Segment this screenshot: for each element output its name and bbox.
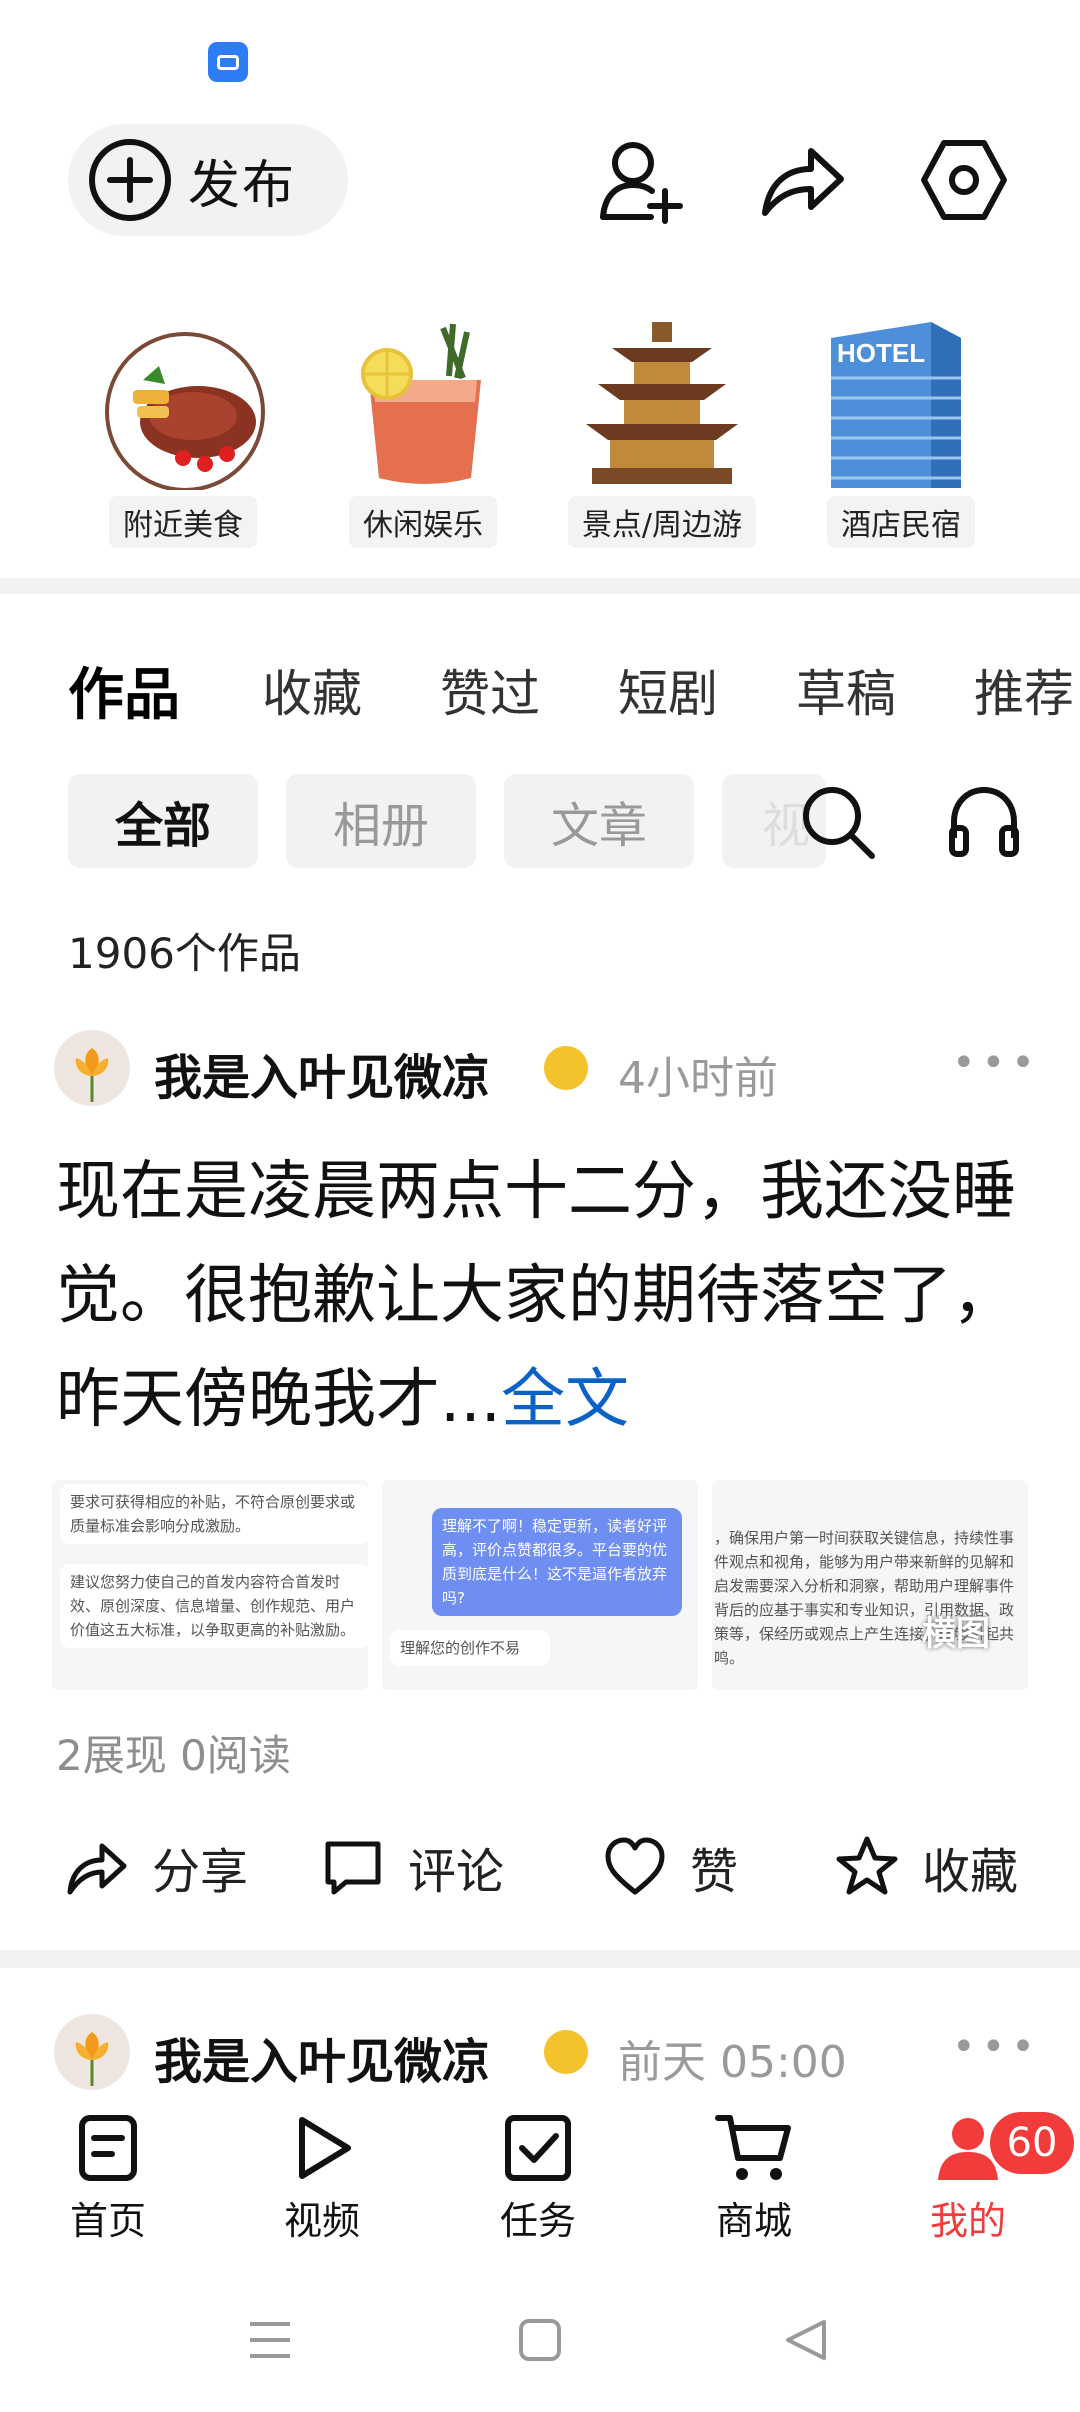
nav-mall[interactable]: 商城 bbox=[674, 2112, 834, 2245]
author-name[interactable]: 我是入叶见微凉 bbox=[154, 1038, 490, 1108]
category-nearby-food[interactable]: 附近美食 bbox=[88, 330, 278, 548]
home-square-icon[interactable] bbox=[518, 2318, 562, 2362]
chat-bubble: 理解您的创作不易 bbox=[390, 1630, 550, 1666]
filter-all-label: 全部 bbox=[114, 798, 211, 854]
nav-tasks[interactable]: 任务 bbox=[458, 2112, 618, 2245]
headphones-icon[interactable] bbox=[936, 774, 1032, 870]
filter-all[interactable]: 全部 bbox=[68, 774, 258, 868]
category-label: 附近美食 bbox=[109, 496, 257, 548]
post-image-1[interactable]: 要求可获得相应的补贴，不符合原创要求或质量标准会影响分成激励。 建议您努力使自己… bbox=[52, 1480, 368, 1690]
category-label: 酒店民宿 bbox=[827, 496, 975, 548]
tab-liked[interactable]: 赞过 bbox=[440, 654, 540, 726]
play-icon bbox=[299, 2117, 351, 2179]
post-image-2[interactable]: 理解不了啊！稳定更新，读者好评高，评价点赞都很多。平台要的优质到底是什么！这不是… bbox=[382, 1480, 698, 1690]
more-options-icon[interactable]: ••• bbox=[952, 1040, 1041, 1086]
collect-button[interactable]: 收藏 bbox=[834, 1832, 1018, 1902]
tab-works[interactable]: 作品 bbox=[68, 650, 180, 731]
filter-album[interactable]: 相册 bbox=[286, 774, 476, 868]
author-name[interactable]: 我是入叶见微凉 bbox=[154, 2022, 490, 2092]
cocktail-icon bbox=[333, 318, 513, 490]
nav-video[interactable]: 视频 bbox=[242, 2112, 402, 2245]
checkbox-icon bbox=[505, 2115, 571, 2181]
nav-mall-label: 商城 bbox=[715, 2199, 792, 2243]
post-images[interactable]: 要求可获得相应的补贴，不符合原创要求或质量标准会影响分成激励。 建议您努力使自己… bbox=[52, 1480, 1028, 1690]
chat-bubble: 理解不了啊！稳定更新，读者好评高，评价点赞都很多。平台要的优质到底是什么！这不是… bbox=[432, 1508, 682, 1616]
comment-button[interactable]: 评论 bbox=[320, 1832, 504, 1902]
food-plate-icon bbox=[93, 330, 273, 492]
nav-me-label: 我的 bbox=[929, 2199, 1006, 2243]
nav-home[interactable]: 首页 bbox=[28, 2112, 188, 2245]
verified-badge-icon bbox=[544, 1046, 588, 1090]
category-label: 景点/周边游 bbox=[567, 496, 757, 548]
back-triangle-icon[interactable] bbox=[784, 2318, 828, 2362]
pagoda-icon bbox=[572, 318, 752, 490]
menu-icon[interactable] bbox=[248, 2318, 292, 2362]
publish-label: 发布 bbox=[188, 155, 297, 216]
nav-video-label: 视频 bbox=[283, 2199, 360, 2243]
share-icon[interactable] bbox=[754, 132, 850, 228]
post-stats: 2展现 0阅读 bbox=[56, 1731, 291, 1780]
post-time: 前天 05:00 bbox=[618, 2037, 847, 2088]
collect-label: 收藏 bbox=[922, 1844, 1019, 1900]
cart-icon bbox=[715, 2115, 791, 2180]
status-app-icon bbox=[208, 42, 248, 82]
system-nav-bar bbox=[0, 2270, 1080, 2412]
category-hotels[interactable]: HOTEL 酒店民宿 bbox=[806, 318, 996, 548]
chat-bubble: 要求可获得相应的补贴，不符合原创要求或质量标准会影响分成激励。 bbox=[60, 1484, 368, 1544]
works-count: 1906个作品 bbox=[68, 929, 301, 978]
section-divider bbox=[0, 578, 1080, 594]
nav-tasks-label: 任务 bbox=[499, 2199, 576, 2243]
filter-article[interactable]: 文章 bbox=[504, 774, 694, 868]
filter-article-label: 文章 bbox=[550, 798, 647, 854]
more-options-icon[interactable]: ••• bbox=[952, 2024, 1041, 2070]
like-label: 赞 bbox=[690, 1844, 739, 1900]
comment-label: 评论 bbox=[408, 1844, 505, 1900]
home-doc-icon bbox=[79, 2115, 137, 2181]
comment-icon bbox=[325, 1841, 381, 1895]
verified-badge-icon bbox=[544, 2030, 588, 2074]
star-icon bbox=[836, 1836, 898, 1895]
hotel-building-icon: HOTEL bbox=[811, 318, 991, 490]
add-friend-icon[interactable] bbox=[592, 132, 688, 228]
share-label: 分享 bbox=[152, 1844, 249, 1900]
svg-text:HOTEL: HOTEL bbox=[837, 338, 925, 368]
section-divider bbox=[0, 1950, 1080, 1968]
category-leisure[interactable]: 休闲娱乐 bbox=[328, 318, 518, 548]
post-time: 4小时前 bbox=[618, 1053, 778, 1104]
category-scenic-spots[interactable]: 景点/周边游 bbox=[562, 318, 762, 548]
search-icon[interactable] bbox=[790, 774, 886, 870]
tab-favorites[interactable]: 收藏 bbox=[262, 654, 362, 726]
filter-album-label: 相册 bbox=[332, 798, 429, 854]
heart-icon bbox=[605, 1837, 665, 1895]
avatar[interactable] bbox=[54, 1030, 130, 1106]
publish-button[interactable]: 发布 bbox=[68, 124, 348, 236]
image-watermark: 横图 bbox=[922, 1614, 990, 1654]
add-circle-icon bbox=[89, 139, 171, 221]
tab-recommend[interactable]: 推荐 bbox=[974, 654, 1074, 726]
like-button[interactable]: 赞 bbox=[602, 1832, 738, 1902]
share-icon bbox=[67, 1843, 127, 1895]
category-label: 休闲娱乐 bbox=[349, 496, 497, 548]
chat-bubble: 建议您努力使自己的首发内容符合首发时效、原创深度、信息增量、创作规范、用户价值这… bbox=[60, 1564, 368, 1648]
tab-short-drama[interactable]: 短剧 bbox=[618, 654, 718, 726]
tab-drafts[interactable]: 草稿 bbox=[796, 654, 896, 726]
post-text[interactable]: 现在是凌晨两点十二分，我还没睡觉。很抱歉让大家的期待落空了，昨天傍晚我才...全… bbox=[56, 1140, 1026, 1452]
notification-badge: 60 bbox=[990, 2112, 1074, 2174]
avatar[interactable] bbox=[54, 2014, 130, 2090]
read-full-link[interactable]: 全文 bbox=[501, 1363, 629, 1437]
nav-home-label: 首页 bbox=[69, 2199, 146, 2243]
post-image-3[interactable]: ，确保用户第一时间获取关键信息，持续性事件观点和视角，能够为用户带来新鲜的见解和… bbox=[712, 1480, 1028, 1690]
settings-icon[interactable] bbox=[916, 132, 1012, 228]
share-button[interactable]: 分享 bbox=[64, 1832, 248, 1902]
